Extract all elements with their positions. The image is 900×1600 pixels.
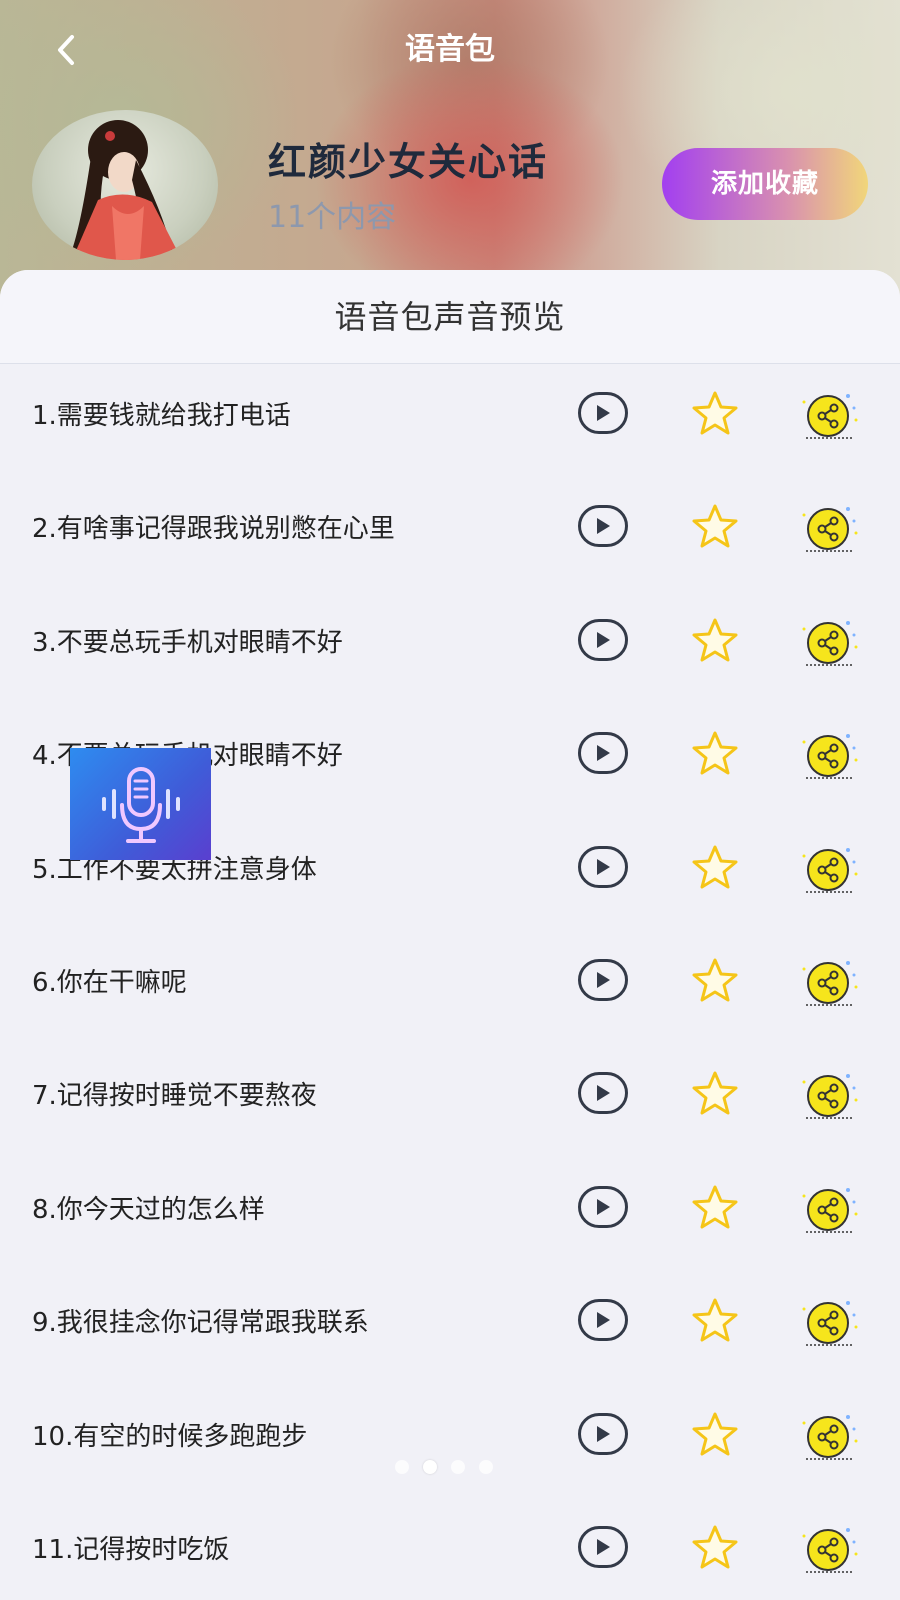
play-icon [597,745,610,762]
play-icon [597,858,610,875]
pack-name: 红颜少女关心话 [268,140,549,184]
voice-title: 10.有空的时候多跑跑步 [32,1421,308,1452]
favorite-star-button[interactable] [690,617,740,663]
app-floating-icon[interactable] [70,748,211,860]
play-button[interactable] [578,845,628,888]
list-item: 11.记得按时吃饭 [0,1494,900,1600]
play-button[interactable] [578,1185,628,1228]
voice-title: 3.不要总玩手机对眼睛不好 [32,627,343,658]
voice-title: 7.记得按时睡觉不要熬夜 [32,1081,317,1112]
play-button[interactable] [578,732,628,775]
list-item: 10.有空的时候多跑跑步 [0,1381,900,1494]
play-button[interactable] [578,505,628,548]
list-item: 1.需要钱就给我打电话 [0,360,900,473]
voice-title: 2.有啥事记得跟我说别憋在心里 [32,514,395,545]
share-icon [802,1414,858,1460]
favorite-star-button[interactable] [690,844,740,890]
share-button[interactable] [796,957,860,1007]
play-icon [597,518,610,535]
play-icon [597,971,610,988]
favorite-star-button[interactable] [690,730,740,776]
share-icon [802,1301,858,1346]
preview-title: 语音包声音预览 [0,270,900,364]
play-icon [597,631,610,648]
star-icon [692,1298,738,1342]
play-button[interactable] [578,1299,628,1342]
microphone-icon [101,767,180,843]
play-icon [597,1425,610,1442]
play-icon [597,405,610,421]
list-item: 8.你今天过的怎么样 [0,1154,900,1267]
play-button[interactable] [578,1525,628,1568]
favorite-star-button[interactable] [690,957,740,1003]
page-dot [423,1460,437,1474]
share-button[interactable] [796,1070,860,1120]
favorite-star-button[interactable] [690,1524,740,1570]
voice-title: 11.记得按时吃饭 [32,1534,230,1565]
favorite-star-button[interactable] [690,1297,740,1343]
favorite-star-button[interactable] [690,1070,740,1116]
preview-sheet: 语音包声音预览 1.需要钱就给我打电话 2.有啥事记得跟我说别憋在心里 3.不要总玩… [0,270,900,1600]
share-button[interactable] [796,730,860,780]
voice-title: 6.你在干嘛呢 [32,967,187,998]
star-icon [692,1071,738,1115]
share-icon [802,734,858,779]
star-icon [692,1525,738,1569]
play-icon [597,1198,610,1215]
favorite-star-button[interactable] [690,503,740,549]
share-button[interactable] [796,390,860,440]
list-item: 7.记得按时睡觉不要熬夜 [0,1040,900,1153]
play-icon [597,1085,610,1102]
share-button[interactable] [796,503,860,553]
star-icon [692,1185,738,1229]
page-dot [395,1460,409,1474]
list-item: 3.不要总玩手机对眼睛不好 [0,587,900,700]
preview-list: 1.需要钱就给我打电话2.有啥事记得跟我说别憋在心里3.不要总玩手机对眼睛不好4… [0,360,900,1600]
share-button[interactable] [796,1524,860,1574]
share-icon [802,1074,858,1120]
play-button[interactable] [578,618,628,661]
star-icon [692,845,738,889]
favorite-star-button[interactable] [690,1411,740,1457]
page-indicator [395,1460,493,1474]
share-button[interactable] [796,1184,860,1234]
list-item: 6.你在干嘛呢 [0,927,900,1040]
play-button[interactable] [578,392,628,434]
list-item: 9.我很挂念你记得常跟我联系 [0,1267,900,1380]
star-icon [692,618,738,662]
avatar [32,110,218,260]
favorite-star-button[interactable] [690,1184,740,1230]
share-icon [802,507,858,553]
share-icon [802,620,858,666]
star-icon [692,958,738,1002]
star-icon [692,504,738,548]
voice-title: 8.你今天过的怎么样 [32,1194,265,1225]
play-icon [597,1538,610,1555]
share-icon [802,960,858,1006]
star-icon [692,391,738,435]
list-item: 2.有啥事记得跟我说别憋在心里 [0,473,900,586]
share-button[interactable] [796,844,860,894]
share-button[interactable] [796,1411,860,1461]
page-dot [451,1460,465,1474]
page-title: 语音包 [405,32,495,67]
share-icon [802,847,858,893]
page-dot [479,1460,493,1474]
star-icon [692,731,738,775]
share-icon [802,1527,858,1573]
voice-title: 1.需要钱就给我打电话 [32,401,291,431]
play-button[interactable] [578,958,628,1001]
play-button[interactable] [578,1412,628,1455]
voice-title: 9.我很挂念你记得常跟我联系 [32,1308,369,1339]
play-icon [597,1312,610,1329]
star-icon [692,1412,738,1456]
pack-count: 11个内容 [268,200,397,235]
play-button[interactable] [578,1072,628,1115]
favorite-star-button[interactable] [690,390,740,436]
share-icon [802,394,858,439]
share-button[interactable] [796,617,860,667]
share-icon [802,1187,858,1233]
share-button[interactable] [796,1297,860,1347]
add-favorite-button[interactable]: 添加收藏 [662,148,868,220]
